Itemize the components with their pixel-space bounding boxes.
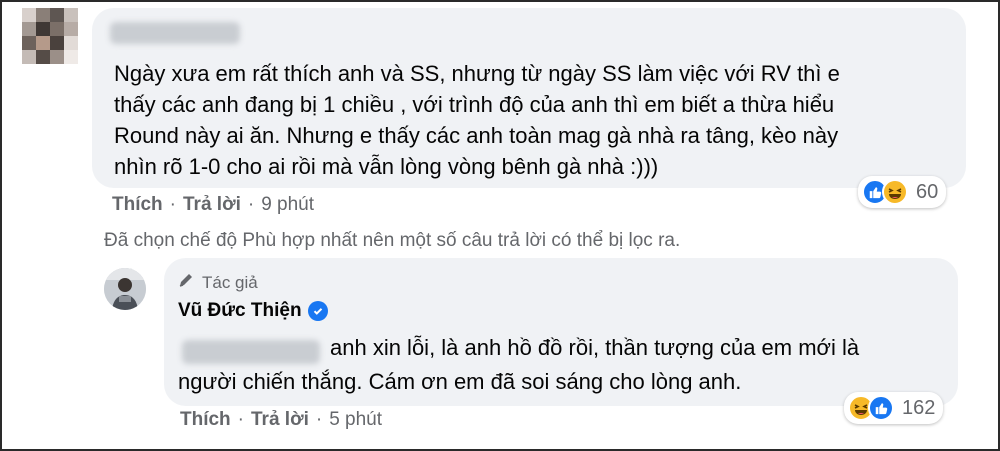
verified-badge-icon <box>307 301 328 321</box>
separator-dot: · <box>237 409 244 430</box>
comment-line: nhìn rõ 1-0 cho ai rồi mà vẫn lòng vòng … <box>114 154 659 179</box>
reply-reactions[interactable]: 162 <box>844 392 944 424</box>
commenter-avatar[interactable] <box>22 8 78 64</box>
reply-timestamp[interactable]: 5 phút <box>329 409 382 431</box>
reaction-count: 162 <box>902 396 936 419</box>
separator-dot: · <box>315 409 323 430</box>
reply-link[interactable]: Trả lời <box>251 409 309 431</box>
reply-link[interactable]: Trả lời <box>183 194 241 216</box>
comment-line: Ngày xưa em rất thích anh và SS, nhưng t… <box>114 61 840 86</box>
author-badge: Tác giả <box>178 272 258 293</box>
reply-text-line: người chiến thắng. Cám ơn em đã soi sáng… <box>178 369 742 394</box>
comment-text: Ngày xưa em rất thích anh và SS, nhưng t… <box>114 58 840 182</box>
like-link[interactable]: Thích <box>112 194 163 216</box>
reply-text-line: anh xin lỗi, là anh hồ đồ rồi, thần tượn… <box>330 335 860 360</box>
comment-timestamp[interactable]: 9 phút <box>261 194 314 216</box>
comment-actions: Thích · Trả lời · 9 phút <box>112 194 314 216</box>
author-name-text[interactable]: Vũ Đức Thiện <box>178 300 302 322</box>
comment-line: Round này ai ăn. Nhưng e thấy các anh to… <box>114 123 839 148</box>
commenter-name-redacted[interactable] <box>110 22 240 44</box>
author-avatar[interactable] <box>104 268 146 310</box>
haha-icon <box>882 179 908 205</box>
author-name[interactable]: Vũ Đức Thiện <box>178 300 328 322</box>
like-link[interactable]: Thích <box>180 409 231 431</box>
reply-actions: Thích · Trả lời · 5 phút <box>180 409 382 431</box>
comment-line: thấy các anh đang bị 1 chiều , với trình… <box>114 92 835 117</box>
reply-bubble: Tác giả Vũ Đức Thiện anh xin lỗi, là anh… <box>164 258 958 406</box>
mentioned-name-redacted[interactable] <box>182 340 320 364</box>
pen-icon <box>178 272 194 293</box>
author-tag-label: Tác giả <box>202 272 258 292</box>
separator-dot: · <box>247 194 255 215</box>
comment-reactions[interactable]: 60 <box>858 176 947 208</box>
separator-dot: · <box>169 194 176 215</box>
filter-notice: Đã chọn chế độ Phù hợp nhất nên một số c… <box>104 230 681 251</box>
comment-bubble: Ngày xưa em rất thích anh và SS, nhưng t… <box>92 8 966 188</box>
reaction-count: 60 <box>916 180 939 203</box>
like-icon <box>868 395 894 421</box>
